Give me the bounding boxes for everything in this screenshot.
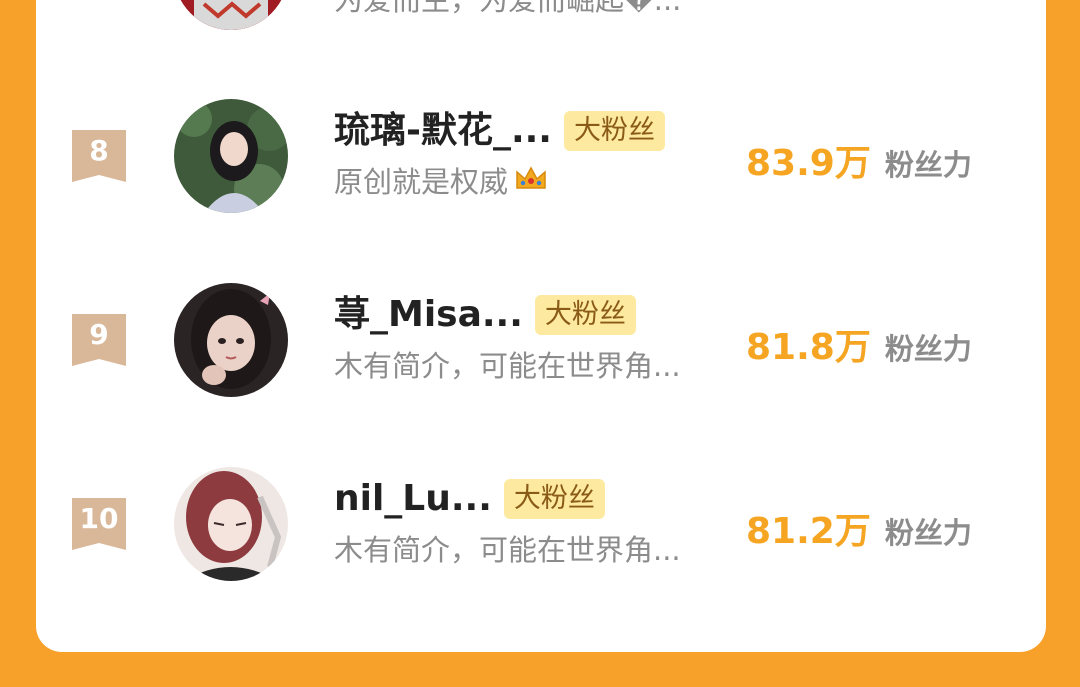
user-bio-text: 原创就是权威 [334,165,509,199]
avatar[interactable] [174,467,288,581]
fan-power-label: 粉丝力 [884,516,972,550]
avatar[interactable] [174,283,288,397]
fan-level-badge: 大粉丝 [534,295,636,335]
fan-power: 83.9万 粉丝力 [746,134,972,186]
user-name[interactable]: nil_Lu... [334,476,492,522]
fan-power: 81.2万 粉丝力 [746,502,972,554]
user-bio: 木有简介，可能在世界角... [334,533,681,567]
list-item-partial[interactable]: 为爱而生，为爱而崛起�... [36,0,1046,100]
list-item[interactable]: 9 荨_Misa... 大粉丝 木有简介，可能在世界角... 81.8万 粉丝力 [36,278,1046,418]
rank-badge: 10 [72,498,126,550]
fan-power-label: 粉丝力 [884,332,972,366]
list-item[interactable]: 8 琉璃-默花_... 大粉丝 原创就是权威 83.9万 粉丝力 [36,94,1046,234]
list-item[interactable]: 10 nil_Lu... 大粉丝 木有简介，可能在世界角... 81.2万 粉丝… [36,462,1046,602]
fan-level-badge: 大粉丝 [563,111,665,151]
user-bio: 原创就是权威 [334,162,548,202]
rank-badge: 9 [72,314,126,366]
rank-number: 8 [89,134,109,167]
user-name[interactable]: 荨_Misa... [334,292,523,338]
user-bio: 为爱而生，为爱而崛起�... [334,0,682,17]
fan-power: 81.8万 粉丝力 [746,318,972,370]
user-bio: 木有简介，可能在世界角... [334,349,681,383]
name-line: nil_Lu... 大粉丝 [334,476,605,522]
fan-power-value: 83.9万 [746,143,871,184]
fan-power-label: 粉丝力 [884,148,972,182]
name-line: 琉璃-默花_... 大粉丝 [334,108,665,154]
ranking-card: 为爱而生，为爱而崛起�... 8 琉璃-默花_... 大粉丝 原创就是权威 83… [36,0,1046,652]
user-name[interactable]: 琉璃-默花_... [334,108,552,154]
fan-power-value: 81.8万 [746,327,871,368]
rank-number: 10 [79,502,119,535]
fan-level-badge: 大粉丝 [503,479,605,519]
avatar[interactable] [174,99,288,213]
rank-number: 9 [89,318,109,351]
rank-badge: 8 [72,130,126,182]
fan-power-value: 81.2万 [746,511,871,552]
name-line: 荨_Misa... 大粉丝 [334,292,636,338]
bottom-band [0,652,1080,687]
avatar[interactable] [174,0,288,30]
crown-icon [514,162,548,202]
